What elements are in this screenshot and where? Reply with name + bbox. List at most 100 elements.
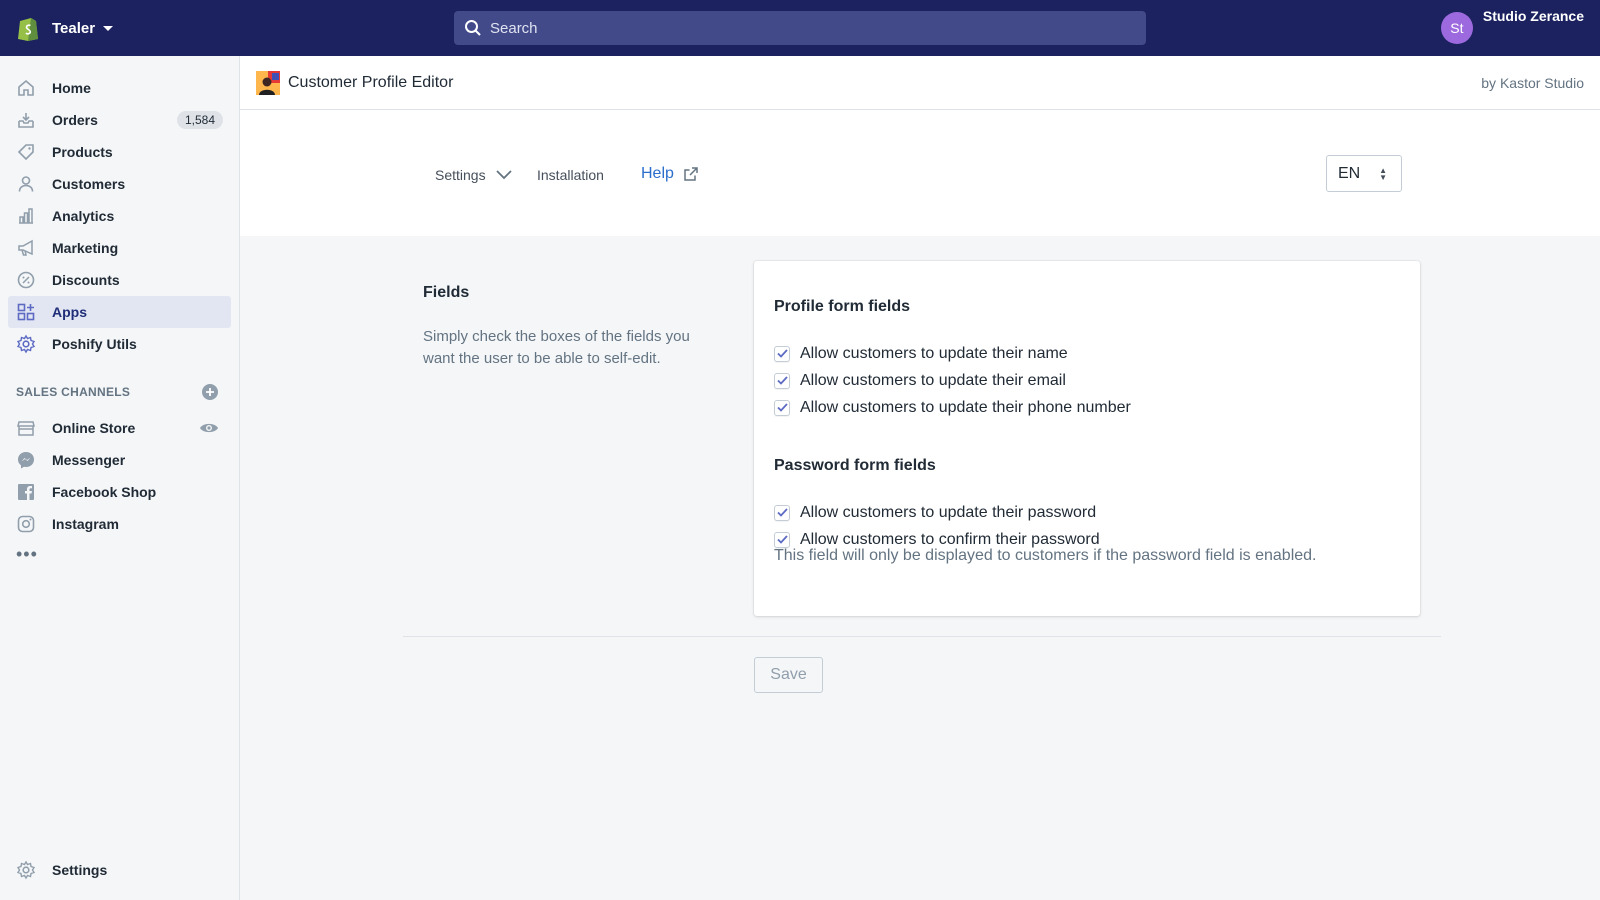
app-byline[interactable]: by Kastor Studio — [1481, 75, 1584, 91]
add-circle-icon[interactable] — [201, 383, 219, 401]
store-switcher[interactable]: Tealer — [16, 14, 114, 42]
tab-label: Help — [641, 165, 674, 182]
home-icon — [16, 78, 36, 98]
instagram-icon — [16, 514, 36, 534]
search-input[interactable] — [490, 19, 1090, 37]
account-menu[interactable]: St Studio Zerance — [1440, 0, 1584, 56]
divider — [403, 636, 1441, 637]
sidebar-item-online-store[interactable]: Online Store — [8, 412, 231, 444]
app-header: Customer Profile Editor by Kastor Studio — [240, 56, 1600, 110]
select-arrows-icon: ▲ ▼ — [1379, 166, 1387, 182]
checkbox-label: Allow customers to update their password — [800, 503, 1097, 521]
sidebar-item-products[interactable]: Products — [8, 136, 231, 168]
checkmark-icon — [776, 508, 788, 517]
checkmark-icon — [776, 349, 788, 358]
checkbox[interactable] — [774, 345, 790, 362]
tab-installation[interactable]: Installation — [537, 167, 604, 183]
sidebar-item-label: Poshify Utils — [52, 336, 137, 352]
app-logo-icon — [256, 70, 280, 95]
sidebar-item-label: Home — [52, 80, 91, 96]
checkbox[interactable] — [774, 372, 790, 389]
password-help-text: This field will only be displayed to cus… — [774, 547, 1317, 564]
chevron-down-icon — [495, 170, 512, 180]
tag-icon — [16, 142, 36, 162]
apps-grid-icon — [16, 302, 36, 322]
sidebar-item-orders[interactable]: Orders 1,584 — [8, 104, 231, 136]
fields-section-description: Simply check the boxes of the fields you… — [423, 328, 690, 367]
checkmark-icon — [776, 403, 788, 412]
sidebar: Home Orders 1,584 Products Customers Ana… — [0, 56, 240, 900]
tab-settings[interactable]: Settings — [435, 167, 512, 183]
person-icon — [16, 174, 36, 194]
password-fields-heading: Password form fields — [774, 457, 936, 474]
profile-fields-heading: Profile form fields — [774, 298, 911, 315]
sidebar-item-label: Analytics — [52, 208, 115, 224]
language-select[interactable]: EN ▲ ▼ — [1326, 155, 1402, 192]
orders-inbox-icon — [16, 110, 36, 130]
sidebar-item-home[interactable]: Home — [8, 72, 231, 104]
checkbox-update-password[interactable]: Allow customers to update their password — [774, 499, 1400, 526]
sidebar-item-label: Messenger — [52, 452, 126, 468]
sidebar-item-customers[interactable]: Customers — [8, 168, 231, 200]
app-tabs: Settings Installation Help EN ▲ ▼ — [240, 110, 1600, 236]
checkbox[interactable] — [774, 399, 790, 416]
sidebar-item-label: Customers — [52, 176, 126, 192]
sidebar-item-label: Orders — [52, 112, 98, 128]
sidebar-item-label: Discounts — [52, 272, 120, 288]
checkbox-update-name[interactable]: Allow customers to update their name — [774, 340, 1400, 367]
orders-count-badge: 1,584 — [176, 111, 223, 129]
main-content: Customer Profile Editor by Kastor Studio… — [240, 56, 1600, 900]
tab-label: Settings — [435, 167, 486, 183]
sidebar-item-label: Products — [52, 144, 113, 160]
checkmark-icon — [776, 376, 788, 385]
account-name: Studio Zerance — [1482, 8, 1584, 24]
sidebar-item-poshify-utils[interactable]: Poshify Utils — [8, 328, 231, 360]
sidebar-item-apps[interactable]: Apps — [8, 296, 231, 328]
checkmark-icon — [776, 535, 788, 544]
sidebar-item-settings[interactable]: Settings — [8, 854, 232, 886]
sidebar-item-facebook-shop[interactable]: Facebook Shop — [8, 476, 231, 508]
megaphone-icon — [16, 238, 36, 258]
gear-icon — [16, 334, 36, 354]
checkbox-label: Allow customers to update their name — [800, 344, 1068, 362]
bar-chart-icon — [16, 206, 36, 226]
sidebar-item-marketing[interactable]: Marketing — [8, 232, 231, 264]
sidebar-item-analytics[interactable]: Analytics — [8, 200, 231, 232]
sidebar-item-label: Apps — [52, 304, 87, 320]
avatar: St — [1440, 12, 1473, 44]
sales-channels-heading: SALES CHANNELS — [16, 385, 131, 399]
chevron-down-icon — [103, 25, 114, 31]
checkbox-update-phone[interactable]: Allow customers to update their phone nu… — [774, 394, 1400, 421]
sidebar-item-discounts[interactable]: Discounts — [8, 264, 231, 296]
sidebar-item-label: Instagram — [52, 516, 119, 532]
store-name: Tealer — [52, 19, 96, 37]
language-value: EN — [1338, 164, 1361, 182]
sidebar-item-label: Online Store — [52, 420, 136, 436]
tab-help[interactable]: Help — [641, 165, 698, 183]
sales-channels-header: SALES CHANNELS — [8, 378, 231, 406]
checkbox[interactable] — [774, 504, 790, 521]
fields-section-title: Fields — [423, 284, 470, 301]
sidebar-item-messenger[interactable]: Messenger — [8, 444, 231, 476]
settings-gear-icon — [16, 860, 36, 880]
checkbox-label: Allow customers to update their email — [800, 371, 1066, 389]
search-bar[interactable] — [454, 11, 1146, 45]
shopify-logo-icon — [18, 18, 38, 41]
main-nav: Home Orders 1,584 Products Customers Ana… — [0, 72, 239, 360]
eye-icon[interactable] — [199, 421, 219, 435]
tab-label: Installation — [537, 167, 604, 183]
checkbox-label: Allow customers to confirm their passwor… — [800, 530, 1100, 548]
messenger-icon — [16, 450, 36, 470]
save-button[interactable]: Save — [754, 657, 823, 693]
store-icon — [16, 418, 36, 438]
checkbox[interactable] — [774, 531, 790, 548]
top-bar: Tealer St Studio Zerance — [0, 0, 1600, 56]
checkbox-update-email[interactable]: Allow customers to update their email — [774, 367, 1400, 394]
sidebar-item-instagram[interactable]: Instagram — [8, 508, 231, 540]
facebook-icon — [16, 482, 36, 502]
checkbox-label: Allow customers to update their phone nu… — [800, 398, 1131, 416]
more-channels-icon[interactable]: ••• — [16, 544, 239, 565]
settings-nav: Settings — [0, 854, 240, 886]
fields-card: Profile form fields Allow customers to u… — [754, 261, 1420, 616]
sidebar-item-label: Facebook Shop — [52, 484, 157, 500]
